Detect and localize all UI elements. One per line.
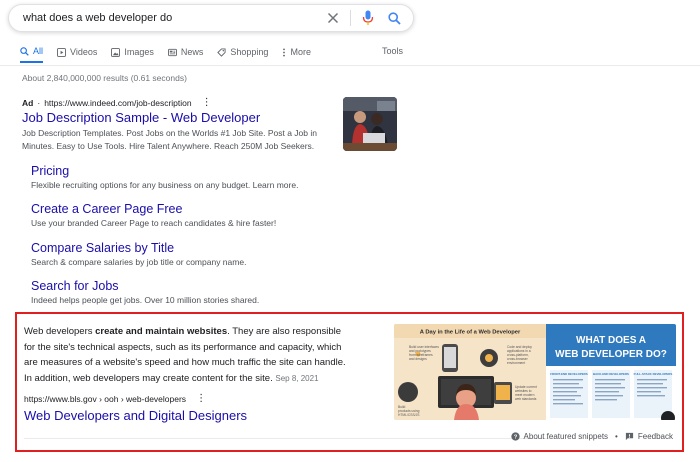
svg-text:?: ? [513,435,517,441]
search-submit-icon[interactable] [383,7,405,29]
search-tabs: All Videos Images News Shopping More [20,46,325,63]
image-icon [111,47,121,57]
tab-videos[interactable]: Videos [57,47,97,62]
sitelink-title[interactable]: Pricing [31,164,298,178]
video-icon [57,47,66,57]
tag-icon [217,47,226,57]
tab-news[interactable]: News [167,47,203,62]
svg-text:environment: environment [507,361,525,365]
clear-icon[interactable] [322,7,344,29]
snippet-image[interactable]: A Day in the Life of a Web Developer Bui… [394,324,676,420]
svg-text:HTML/CSS/JS: HTML/CSS/JS [398,413,420,417]
feedback-link[interactable]: Feedback [638,432,673,441]
svg-text:WHAT DOES A: WHAT DOES A [576,335,646,346]
snippet-source: https://www.bls.gov › ooh › web-develope… [24,393,206,404]
ad-badge: Ad [22,97,34,108]
search-divider [350,10,351,26]
svg-text:FULL-STACK DEVELOPERS: FULL-STACK DEVELOPERS [634,372,673,376]
news-icon [167,48,177,56]
microphone-icon[interactable] [357,7,379,29]
help-icon[interactable]: ? [510,432,520,441]
more-options-icon[interactable]: ⋮ [196,393,206,404]
svg-text:web standards: web standards [515,397,537,401]
tools-button[interactable]: Tools [382,46,403,56]
search-icon [20,46,29,56]
feedback-icon[interactable] [625,432,634,441]
sitelink-description: Flexible recruiting options for any busi… [31,180,299,190]
more-options-icon[interactable]: ⋮ [202,97,212,108]
snippet-divider [24,438,554,439]
ad-description: Job Description Templates. Post Jobs on … [22,128,317,151]
svg-text:FRONT-END DEVELOPERS: FRONT-END DEVELOPERS [550,372,587,376]
tab-more[interactable]: More [282,47,311,62]
sitelink: Pricing Flexible recruiting options for … [31,164,298,190]
svg-text:BACK-END DEVELOPERS: BACK-END DEVELOPERS [593,372,629,376]
sitelink-description: Indeed helps people get jobs. Over 10 mi… [31,295,260,305]
result-stats: About 2,840,000,000 results (0.61 second… [22,73,187,83]
snippet-text: Web developers create and maintain websi… [24,326,346,384]
svg-text:and designs: and designs [409,357,427,361]
sitelink-title[interactable]: Compare Salaries by Title [31,241,246,255]
featured-snippet: Web developers create and maintain websi… [15,312,684,452]
about-featured-snippets-link[interactable]: About featured snippets [524,432,609,441]
ad-header: Ad · https://www.indeed.com/job-descript… [22,97,212,108]
infographic-left-title: A Day in the Life of a Web Developer [420,330,521,336]
sitelink: Search for Jobs Indeed helps people get … [31,279,259,305]
infographic-what-does: WHAT DOES A WEB DEVELOPER DO? FRONT-END … [546,324,676,420]
tab-shopping[interactable]: Shopping [217,47,268,62]
ad-thumbnail-image[interactable] [343,97,397,151]
infographic-day-in-life: A Day in the Life of a Web Developer Bui… [394,324,546,420]
svg-text:WEB DEVELOPER DO?: WEB DEVELOPER DO? [555,349,667,360]
snippet-footer: ? About featured snippets • Feedback [510,432,673,441]
snippet-title-link[interactable]: Web Developers and Digital Designers [24,408,247,423]
search-input[interactable]: what does a web developer do [23,12,322,24]
sitelink: Compare Salaries by Title Search & compa… [31,241,246,267]
snippet-highlight: create and maintain websites [95,326,228,337]
ad-separator: · [37,97,41,108]
tab-all[interactable]: All [20,46,44,63]
sitelink-description: Search & compare salaries by job title o… [31,257,247,267]
sitelink: Create a Career Page Free Use your brand… [31,202,276,228]
more-vertical-icon [283,47,286,57]
tab-images[interactable]: Images [111,47,154,62]
sitelink-title[interactable]: Create a Career Page Free [31,202,276,216]
ad-title-link[interactable]: Job Description Sample - Web Developer [22,110,260,125]
snippet-url[interactable]: https://www.bls.gov › ooh › web-develope… [24,394,186,404]
search-box[interactable]: what does a web developer do [8,4,414,32]
footer-separator: • [615,432,618,441]
sitelink-description: Use your branded Career Page to reach ca… [31,218,277,228]
snippet-date: Sep 8, 2021 [275,373,319,383]
ad-url[interactable]: https://www.indeed.com/job-description [44,98,191,108]
tabs-divider [0,65,700,66]
sitelink-title[interactable]: Search for Jobs [31,279,259,293]
